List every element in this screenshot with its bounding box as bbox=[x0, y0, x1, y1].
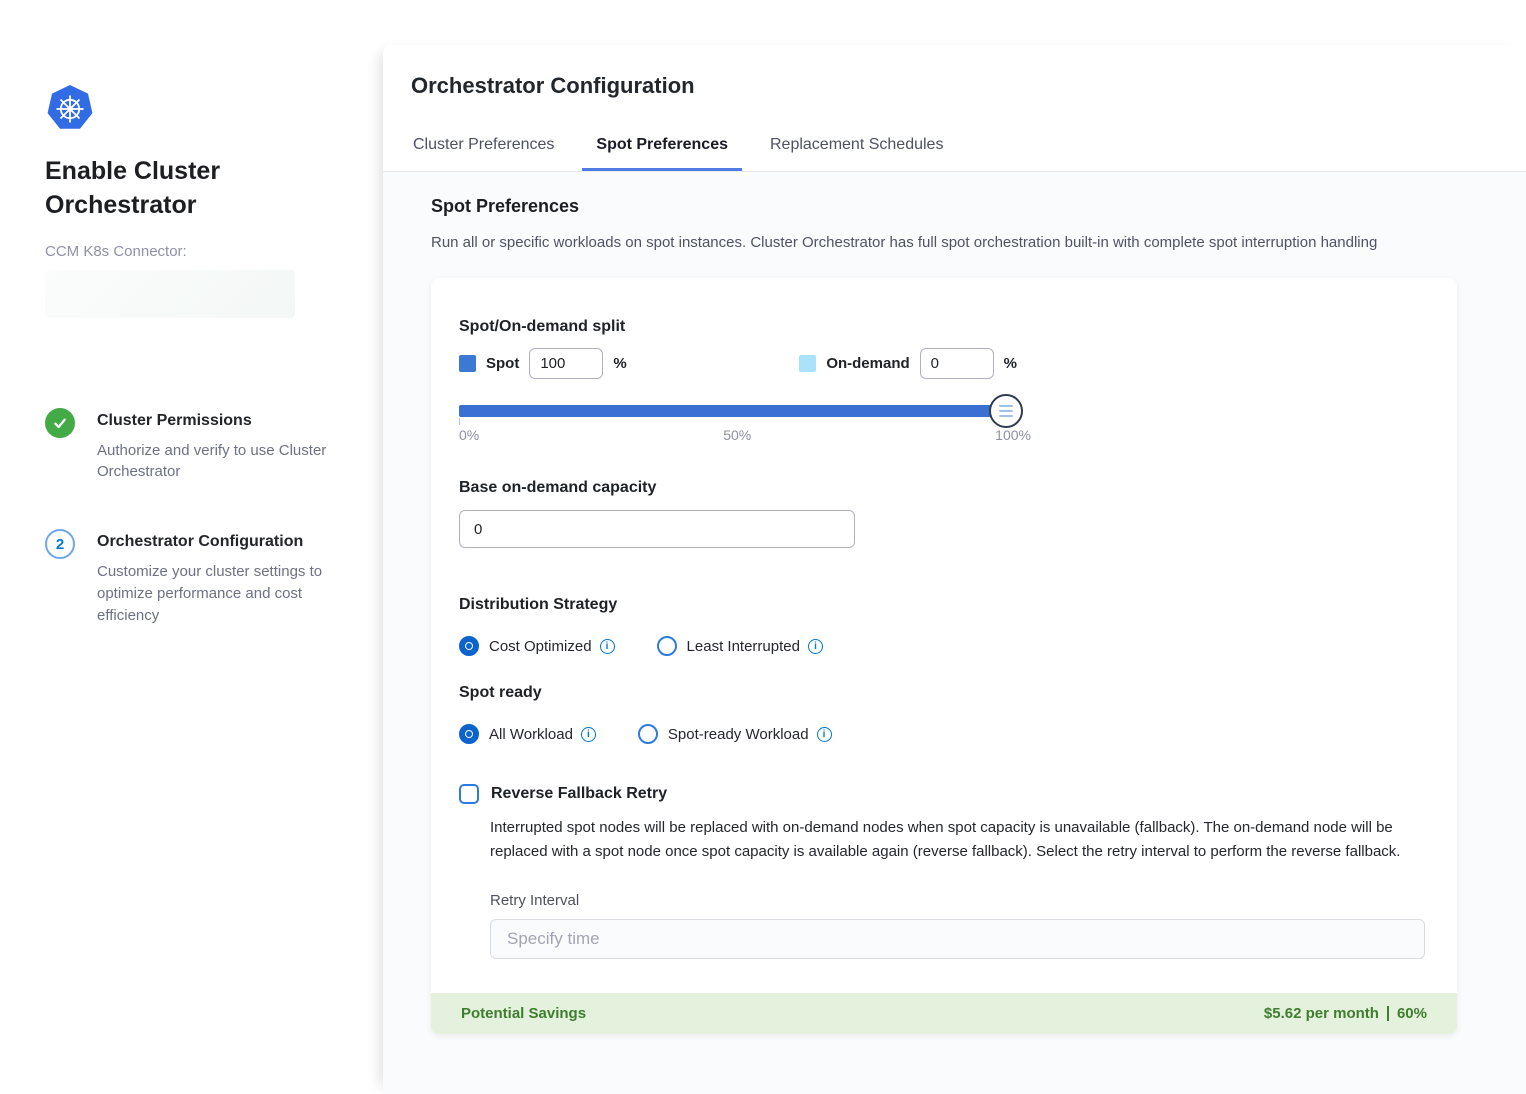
section-title: Spot Preferences bbox=[431, 196, 1478, 217]
wizard-steps: Cluster Permissions Authorize and verify… bbox=[45, 408, 338, 627]
connector-label: CCM K8s Connector: bbox=[45, 243, 338, 260]
slider-tick bbox=[459, 418, 460, 425]
spot-ready-label: Spot ready bbox=[459, 684, 1427, 702]
page-title: Enable Cluster Orchestrator bbox=[45, 155, 295, 223]
spot-label: Spot bbox=[486, 355, 519, 372]
reverse-fallback-label: Reverse Fallback Retry bbox=[491, 785, 667, 803]
split-slider[interactable]: 0% 50% 100% bbox=[459, 405, 1017, 443]
step-cluster-permissions[interactable]: Cluster Permissions Authorize and verify… bbox=[45, 408, 338, 484]
tab-cluster-preferences[interactable]: Cluster Preferences bbox=[399, 119, 568, 171]
potential-savings-bar: Potential Savings $5.62 per month 60% bbox=[431, 993, 1457, 1034]
slider-handle-icon[interactable] bbox=[989, 394, 1023, 428]
step-description: Customize your cluster settings to optim… bbox=[97, 561, 335, 626]
info-icon[interactable] bbox=[817, 727, 832, 742]
reverse-fallback-description: Interrupted spot nodes will be replaced … bbox=[490, 816, 1425, 864]
tick-50: 50% bbox=[723, 427, 751, 443]
sidebar: Enable Cluster Orchestrator CCM K8s Conn… bbox=[0, 0, 383, 1094]
tab-spot-preferences[interactable]: Spot Preferences bbox=[582, 119, 742, 171]
info-icon[interactable] bbox=[581, 727, 596, 742]
radio-all-workload[interactable]: All Workload bbox=[459, 724, 596, 744]
spot-percent-unit: % bbox=[613, 355, 626, 372]
on-demand-percent-input[interactable] bbox=[920, 348, 994, 379]
info-icon[interactable] bbox=[600, 639, 615, 654]
spot-preferences-card: Spot/On-demand split Spot % On-demand bbox=[431, 278, 1457, 1034]
connector-value-placeholder bbox=[45, 270, 295, 318]
savings-percent: 60% bbox=[1397, 1005, 1427, 1022]
on-demand-swatch-icon bbox=[799, 355, 816, 372]
on-demand-label: On-demand bbox=[826, 355, 909, 372]
radio-cost-optimized[interactable]: Cost Optimized bbox=[459, 636, 615, 656]
radio-label: All Workload bbox=[489, 726, 573, 743]
radio-spot-ready-workload[interactable]: Spot-ready Workload bbox=[638, 724, 832, 744]
radio-icon[interactable] bbox=[638, 724, 658, 744]
app-window: Enable Cluster Orchestrator CCM K8s Conn… bbox=[0, 0, 1526, 1094]
radio-label: Spot-ready Workload bbox=[668, 726, 809, 743]
tab-content: Spot Preferences Run all or specific wor… bbox=[383, 172, 1526, 1094]
main-header: Orchestrator Configuration bbox=[383, 45, 1526, 119]
radio-icon[interactable] bbox=[459, 636, 479, 656]
split-legend-row: Spot % On-demand % bbox=[459, 348, 1017, 379]
spot-ready-options: All Workload Spot-ready Workload bbox=[459, 724, 1427, 744]
potential-savings-label: Potential Savings bbox=[461, 1005, 586, 1022]
slider-track[interactable] bbox=[459, 405, 1017, 417]
radio-icon[interactable] bbox=[657, 636, 677, 656]
base-capacity-field: Base on-demand capacity bbox=[459, 479, 1427, 548]
main-title: Orchestrator Configuration bbox=[411, 73, 1478, 99]
potential-savings-value: $5.62 per month 60% bbox=[1264, 1005, 1427, 1022]
tab-bar: Cluster Preferences Spot Preferences Rep… bbox=[383, 119, 1526, 172]
split-label: Spot/On-demand split bbox=[459, 318, 1427, 336]
step-orchestrator-configuration[interactable]: 2 Orchestrator Configuration Customize y… bbox=[45, 529, 338, 626]
spot-swatch-icon bbox=[459, 355, 476, 372]
savings-amount: $5.62 per month bbox=[1264, 1005, 1379, 1022]
step-title: Cluster Permissions bbox=[97, 408, 335, 430]
reverse-fallback-checkbox[interactable] bbox=[459, 784, 479, 804]
distribution-strategy-label: Distribution Strategy bbox=[459, 596, 1427, 614]
on-demand-percent-unit: % bbox=[1004, 355, 1017, 372]
retry-interval-label: Retry Interval bbox=[490, 892, 1425, 909]
spot-legend: Spot % bbox=[459, 348, 627, 379]
step-title: Orchestrator Configuration bbox=[97, 529, 335, 551]
on-demand-legend: On-demand % bbox=[799, 348, 1017, 379]
spot-percent-input[interactable] bbox=[529, 348, 603, 379]
tick-0: 0% bbox=[459, 427, 479, 443]
base-capacity-label: Base on-demand capacity bbox=[459, 479, 1427, 497]
reverse-fallback-header[interactable]: Reverse Fallback Retry bbox=[459, 784, 1427, 804]
retry-interval-input[interactable] bbox=[490, 919, 1425, 959]
radio-label: Cost Optimized bbox=[489, 638, 592, 655]
reverse-fallback-section: Reverse Fallback Retry Interrupted spot … bbox=[459, 784, 1427, 959]
radio-least-interrupted[interactable]: Least Interrupted bbox=[657, 636, 823, 656]
main-panel: Orchestrator Configuration Cluster Prefe… bbox=[383, 45, 1526, 1094]
slider-tick-labels: 0% 50% 100% bbox=[459, 427, 1031, 443]
radio-label: Least Interrupted bbox=[687, 638, 800, 655]
savings-divider bbox=[1387, 1006, 1389, 1021]
retry-interval-field: Retry Interval bbox=[490, 892, 1425, 959]
step-description: Authorize and verify to use Cluster Orch… bbox=[97, 440, 335, 484]
radio-icon[interactable] bbox=[459, 724, 479, 744]
tab-replacement-schedules[interactable]: Replacement Schedules bbox=[756, 119, 957, 171]
check-icon bbox=[45, 408, 75, 438]
kubernetes-icon bbox=[45, 84, 95, 132]
distribution-strategy-options: Cost Optimized Least Interrupted bbox=[459, 636, 1427, 656]
tick-100: 100% bbox=[995, 427, 1031, 443]
base-capacity-input[interactable] bbox=[459, 510, 855, 548]
section-description: Run all or specific workloads on spot in… bbox=[431, 234, 1478, 251]
step-number-badge: 2 bbox=[45, 529, 75, 559]
info-icon[interactable] bbox=[808, 639, 823, 654]
